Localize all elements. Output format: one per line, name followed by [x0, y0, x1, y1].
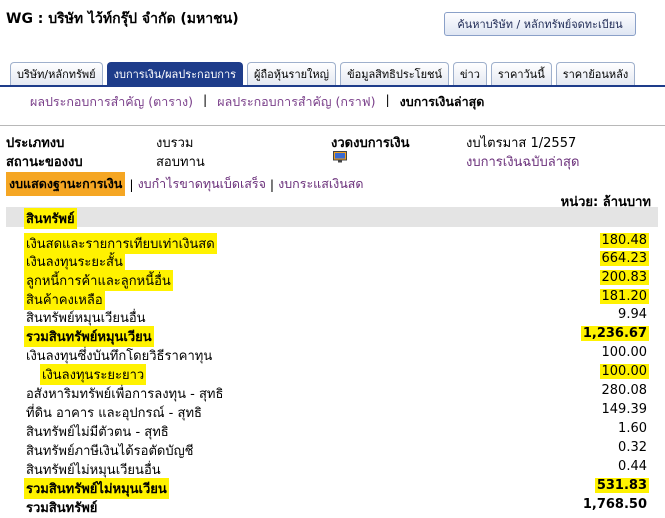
row-label: สินทรัพย์ภาษีเงินได้รอตัดบัญชี — [26, 444, 194, 459]
row-value: 9.94 — [618, 307, 647, 322]
row-value: 1,236.67 — [580, 326, 649, 341]
table-row: อสังหาริมทรัพย์เพื่อการลงทุน - สุทธิ 280… — [0, 383, 665, 402]
row-value: 1,768.50 — [582, 497, 647, 512]
subnav-key-results-table[interactable]: ผลประกอบการสำคัญ (ตาราง) — [30, 92, 193, 112]
row-label: ที่ดิน อาคาร และอุปกรณ์ - สุทธิ — [26, 406, 202, 421]
table-row: สินทรัพย์ภาษีเงินได้รอตัดบัญชี 0.32 — [0, 440, 665, 459]
row-label: รวมสินทรัพย์ไม่หมุนเวียน — [24, 478, 169, 499]
tab-company[interactable]: บริษัท/หลักทรัพย์ — [10, 62, 103, 85]
subnav-separator: | — [385, 92, 390, 107]
table-row: เงินลงทุนระยะสั้น 664.23 — [0, 251, 665, 272]
tab-benefits[interactable]: ข้อมูลสิทธิประโยชน์ — [340, 62, 449, 85]
row-label: สินทรัพย์ไม่หมุนเวียนอื่น — [26, 463, 161, 478]
row-value: 0.32 — [618, 440, 647, 455]
row-value: 0.44 — [618, 459, 647, 474]
tab-income-statement[interactable]: งบกำไรขาดทุนเบ็ดเสร็จ — [138, 174, 266, 194]
row-label: รวมสินทรัพย์หมุนเวียน — [24, 326, 154, 347]
period-label: งวดงบการเงิน — [331, 136, 410, 151]
period-value: งบไตรมาส 1/2557 — [466, 136, 577, 151]
table-row-total: รวมสินทรัพย์หมุนเวียน 1,236.67 — [0, 326, 665, 347]
row-label: เงินลงทุนซึ่งบันทึกโดยวิธีราคาทุน — [26, 349, 213, 364]
row-label: อสังหาริมทรัพย์เพื่อการลงทุน - สุทธิ — [26, 387, 224, 402]
monitor-icon[interactable] — [333, 151, 347, 163]
tab-major-shareholders[interactable]: ผู้ถือหุ้นรายใหญ่ — [247, 62, 337, 85]
row-value: 149.39 — [601, 402, 648, 417]
subnav-key-results-graph[interactable]: ผลประกอบการสำคัญ (กราฟ) — [217, 92, 375, 112]
subnav-latest-financials: งบการเงินล่าสุด — [399, 94, 485, 109]
row-label: รวมสินทรัพย์ — [26, 501, 98, 516]
row-value: 280.08 — [601, 383, 648, 398]
row-value: 100.00 — [599, 364, 649, 379]
page-title: WG : บริษัท ไว้ท์กรุ๊ป จำกัด (มหาชน) — [6, 11, 239, 27]
table-row: เงินสดและรายการเทียบเท่าเงินสด 180.48 — [0, 233, 665, 254]
statement-type-label: ประเภทงบ — [6, 136, 65, 151]
row-value: 1.60 — [618, 421, 647, 436]
row-label: สินทรัพย์ไม่มีตัวตน - สุทธิ — [26, 425, 169, 440]
main-tabs: บริษัท/หลักทรัพย์ งบการเงิน/ผลประกอบการ … — [10, 62, 636, 85]
tab-balance-sheet[interactable]: งบแสดงฐานะการเงิน — [6, 172, 126, 196]
statement-tab-separator: | — [129, 176, 134, 192]
row-label: เงินลงทุนระยะสั้น — [24, 251, 125, 272]
section-title-assets: สินทรัพย์ — [24, 208, 77, 229]
statement-tab-separator: | — [269, 176, 275, 192]
row-value: 100.00 — [601, 345, 648, 360]
row-label: สินทรัพย์หมุนเวียนอื่น — [26, 311, 146, 326]
table-row: สินค้าคงเหลือ 181.20 — [0, 289, 665, 310]
row-value: 180.48 — [599, 233, 649, 248]
table-row-grand-total: รวมสินทรัพย์ 1,768.50 — [0, 497, 665, 516]
sub-navigation: ผลประกอบการสำคัญ (ตาราง) | ผลประกอบการสำ… — [30, 92, 484, 112]
statement-type-value: งบรวม — [156, 136, 194, 151]
table-row: เงินลงทุนซึ่งบันทึกโดยวิธีราคาทุน 100.00 — [0, 345, 665, 364]
search-company-button[interactable]: ค้นหาบริษัท / หลักทรัพย์จดทะเบียน — [444, 12, 636, 36]
tab-cash-flow[interactable]: งบกระแสเงินสด — [278, 174, 363, 194]
tab-financials[interactable]: งบการเงิน/ผลประกอบการ — [106, 62, 244, 85]
statement-tabs: งบแสดงฐานะการเงิน | งบกำไรขาดทุนเบ็ดเสร็… — [6, 172, 364, 196]
table-row: ที่ดิน อาคาร และอุปกรณ์ - สุทธิ 149.39 — [0, 402, 665, 421]
table-row: สินทรัพย์ไม่มีตัวตน - สุทธิ 1.60 — [0, 421, 665, 440]
table-row: เงินลงทุนระยะยาว 100.00 — [0, 364, 665, 385]
table-row-total: รวมสินทรัพย์ไม่หมุนเวียน 531.83 — [0, 478, 665, 499]
table-row: สินทรัพย์หมุนเวียนอื่น 9.94 — [0, 307, 665, 326]
statement-status-label: สถานะของงบ — [6, 155, 83, 170]
row-label: ลูกหนี้การค้าและลูกหนี้อื่น — [24, 270, 173, 291]
latest-statement-link[interactable]: งบการเงินฉบับล่าสุด — [466, 151, 579, 172]
row-value: 181.20 — [599, 289, 649, 304]
tab-today-price[interactable]: ราคาวันนี้ — [490, 62, 552, 85]
row-label: เงินลงทุนระยะยาว — [40, 364, 147, 385]
table-row: สินทรัพย์ไม่หมุนเวียนอื่น 0.44 — [0, 459, 665, 478]
tab-news[interactable]: ข่าว — [453, 62, 487, 85]
row-value: 200.83 — [599, 270, 649, 285]
divider — [0, 125, 665, 126]
tab-divider — [0, 85, 665, 87]
table-row: ลูกหนี้การค้าและลูกหนี้อื่น 200.83 — [0, 270, 665, 291]
row-value: 664.23 — [599, 251, 649, 266]
row-value: 531.83 — [594, 478, 649, 493]
tab-historical-price[interactable]: ราคาย้อนหลัง — [555, 62, 636, 85]
statement-status-value: สอบทาน — [156, 155, 205, 170]
section-header — [6, 207, 658, 227]
subnav-separator: | — [203, 92, 208, 107]
